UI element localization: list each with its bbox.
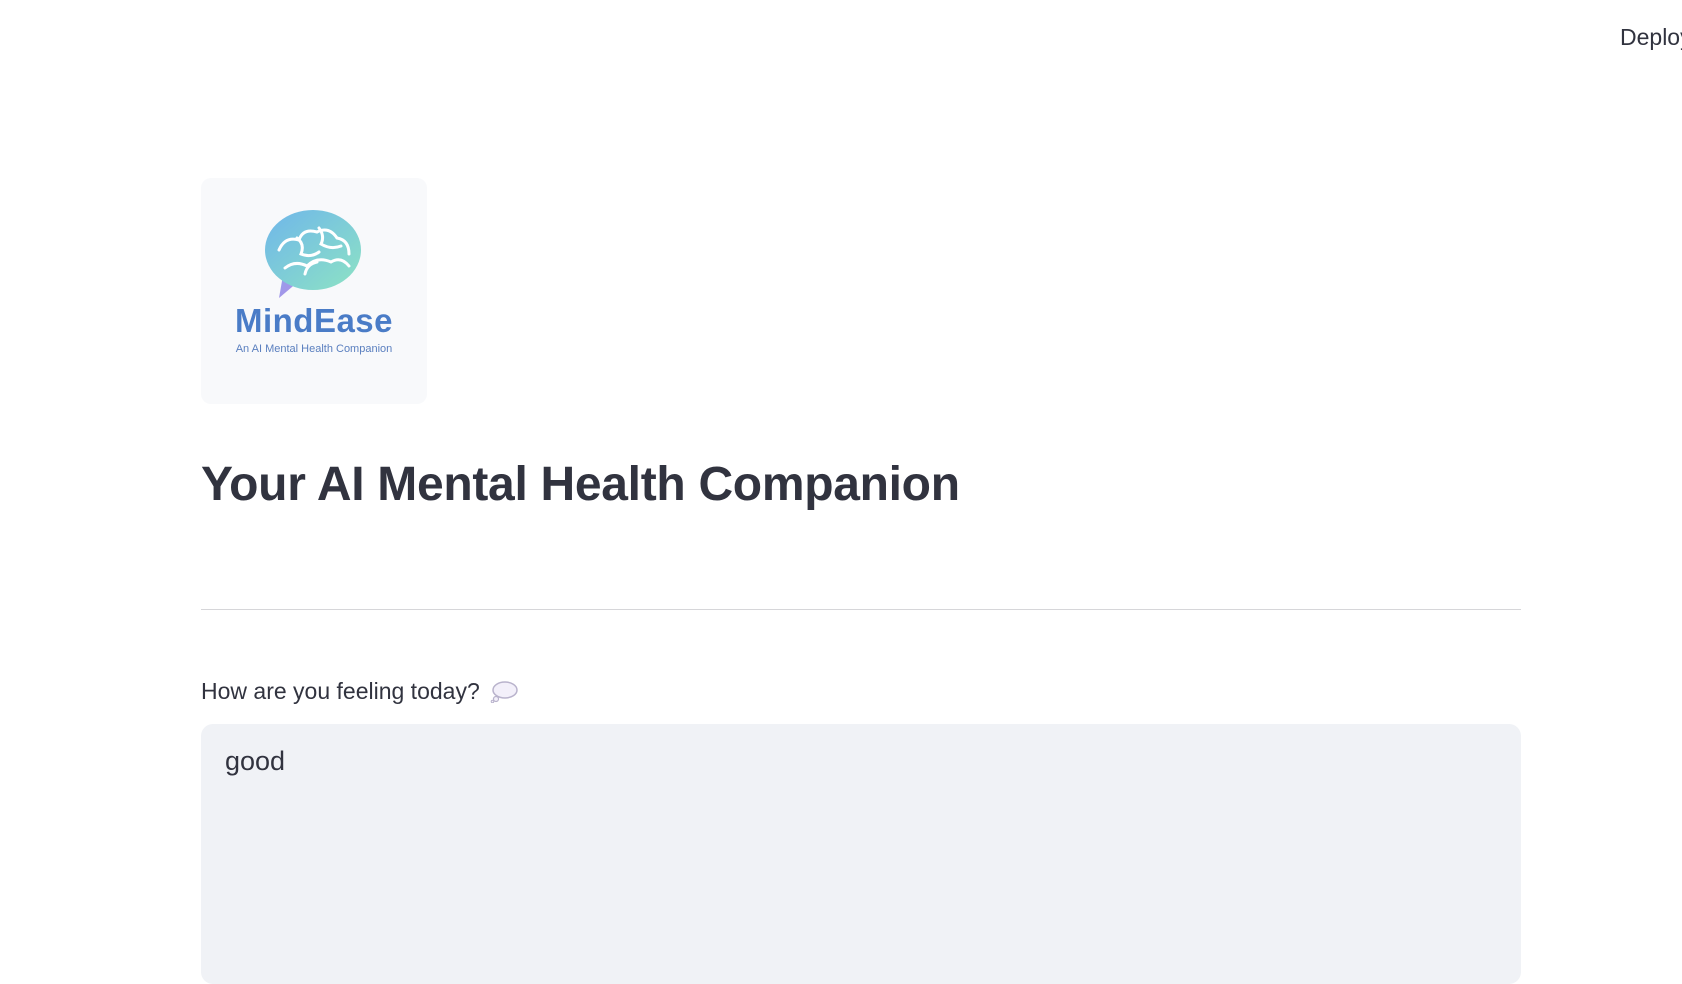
logo-tagline: An AI Mental Health Companion [235, 343, 393, 355]
divider [201, 609, 1521, 610]
brain-icon [265, 210, 361, 298]
app-toolbar: Deploy [0, 0, 1682, 72]
feeling-input[interactable]: good [201, 724, 1521, 984]
feeling-field-label: How are you feeling today? [201, 678, 518, 705]
app-logo: MindEase An AI Mental Health Companion [201, 178, 427, 404]
feeling-field-label-text: How are you feeling today? [201, 678, 480, 704]
main-content: MindEase An AI Mental Health Companion Y… [201, 178, 1521, 984]
page-title: Your AI Mental Health Companion [201, 458, 960, 511]
deploy-button[interactable]: Deploy [1620, 20, 1682, 54]
thought-balloon-icon [490, 680, 518, 703]
logo-name: MindEase [234, 302, 394, 339]
